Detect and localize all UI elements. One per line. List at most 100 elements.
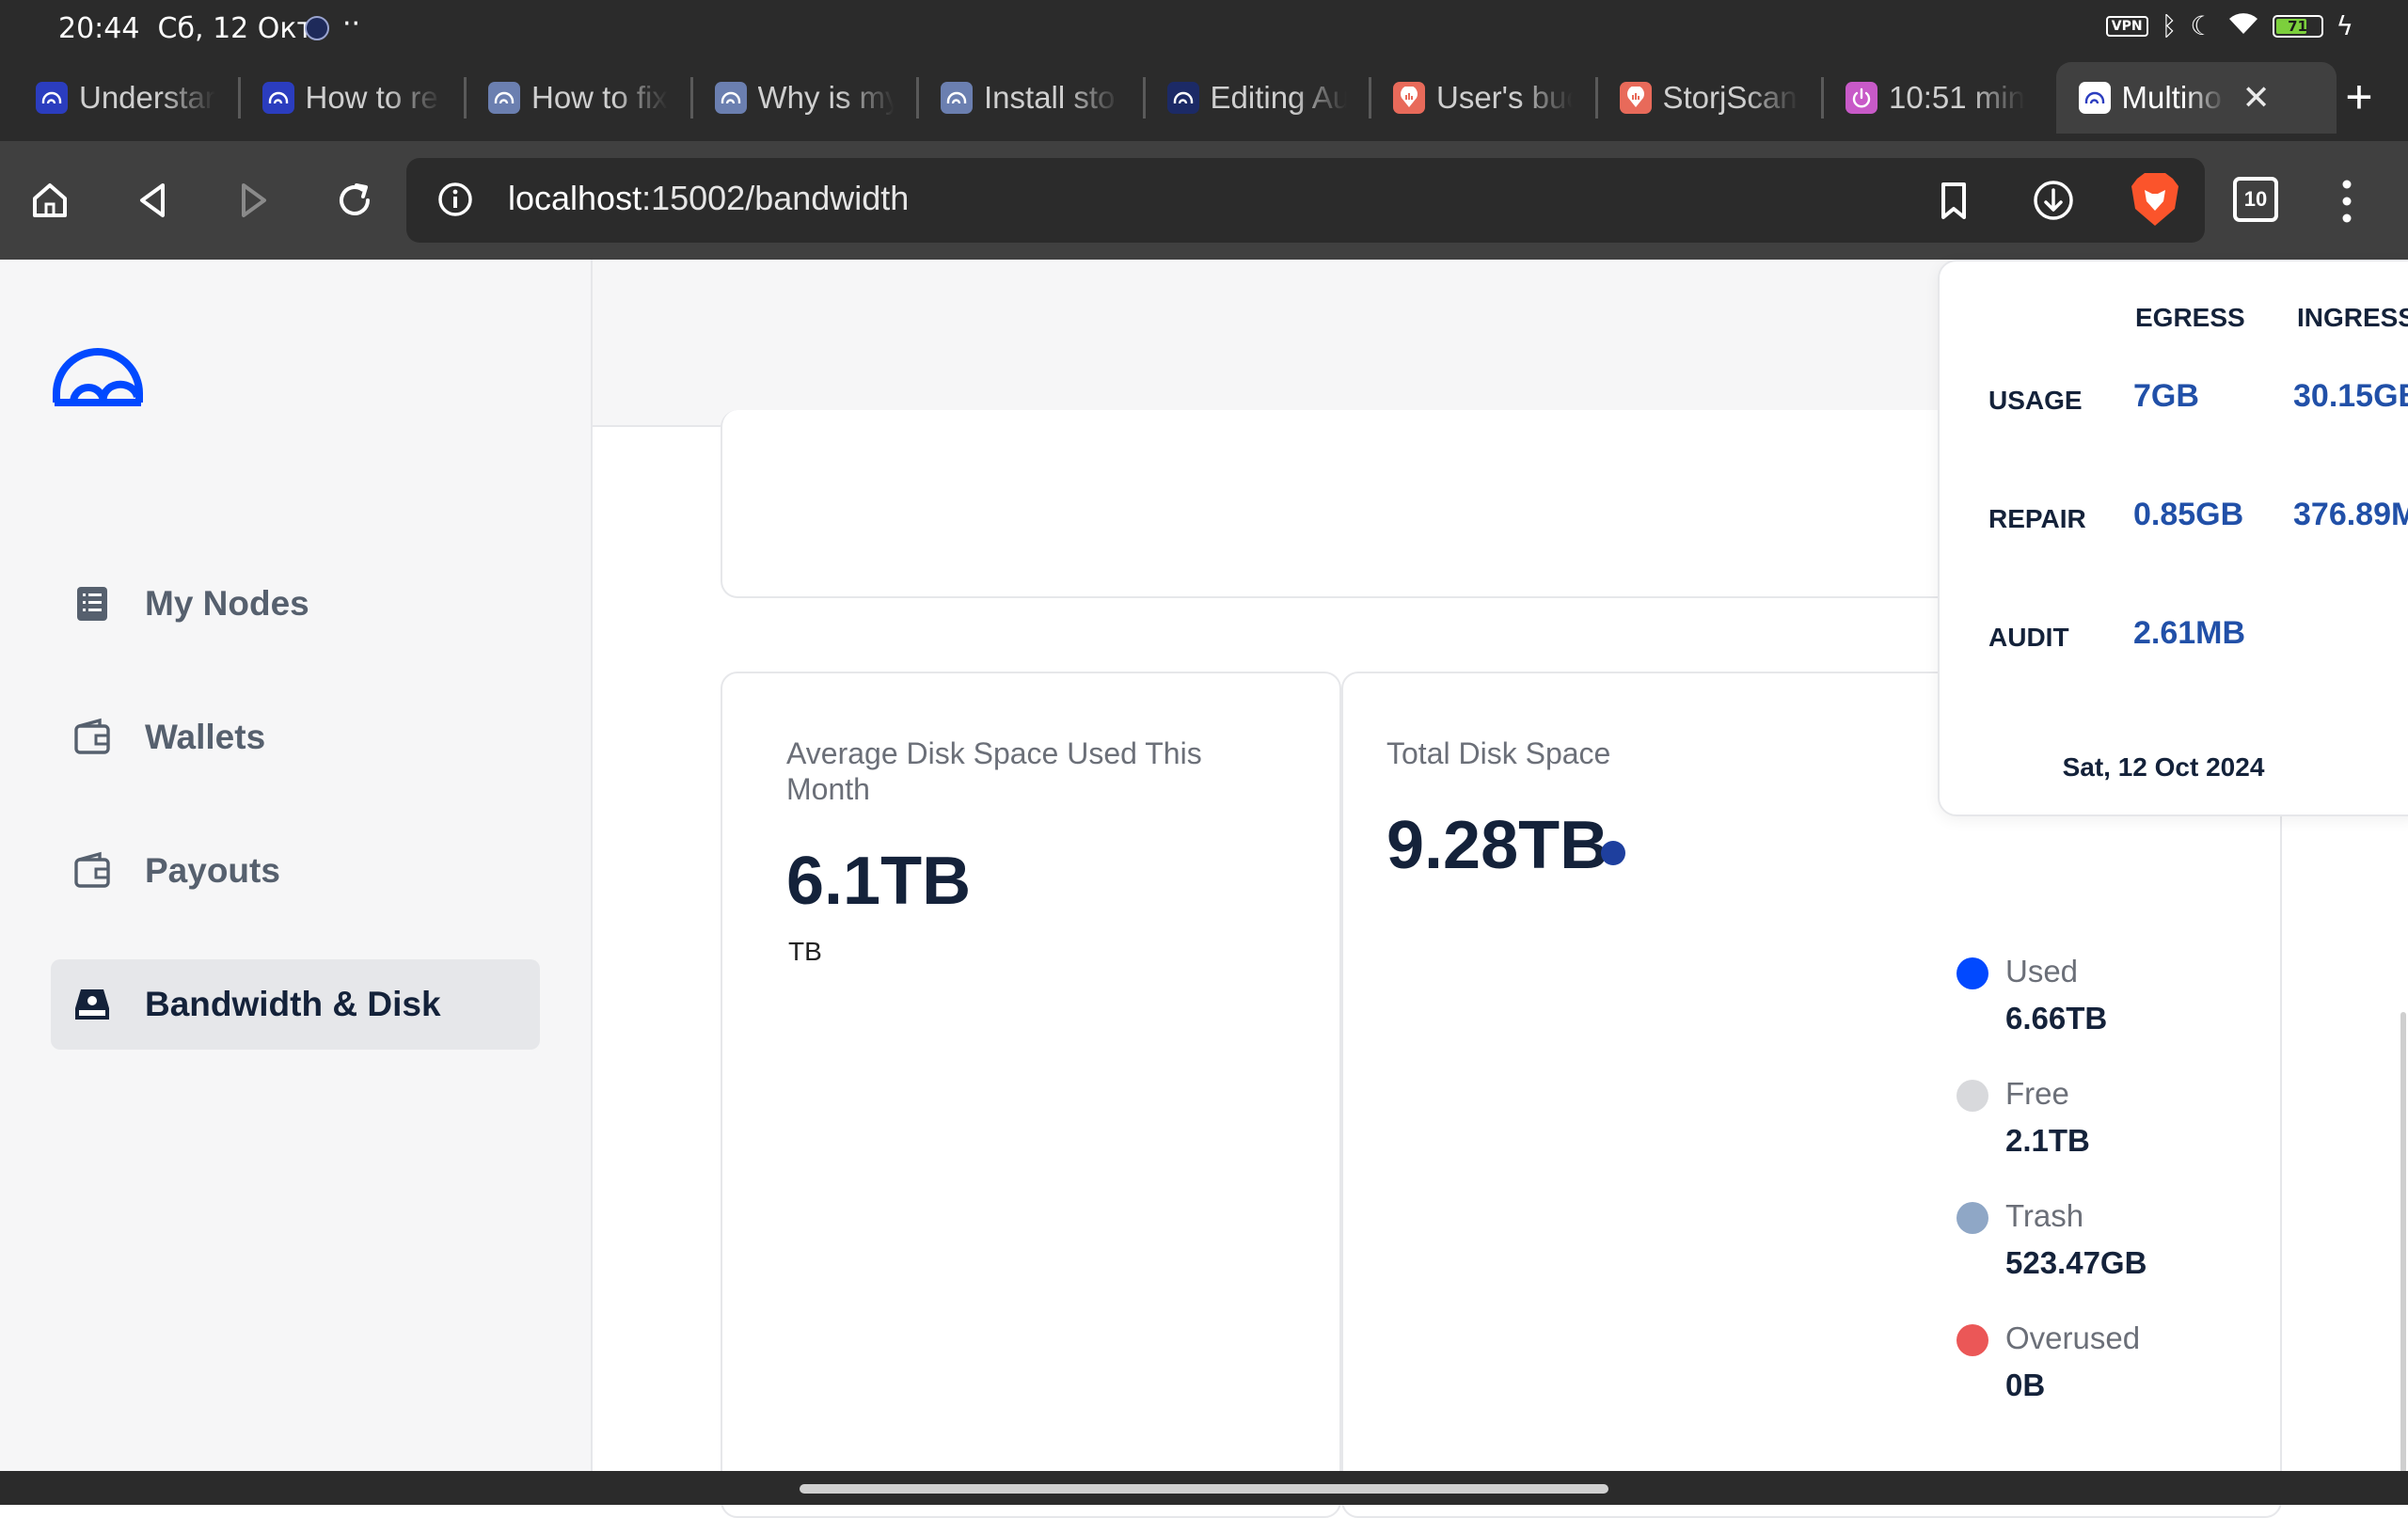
tooltip-row-repair-label: REPAIR: [1988, 504, 2086, 533]
storj-cloud-icon: [1166, 82, 1199, 114]
tab[interactable]: 10:51 min: [1846, 62, 2043, 134]
ingress-column-header: INGRESS: [2297, 303, 2408, 332]
home-icon: [33, 183, 67, 217]
sidebar-item-label: Payouts: [145, 851, 280, 890]
storj-cloud-icon: [941, 82, 973, 114]
forward-button[interactable]: [222, 169, 284, 231]
storj-cloud-icon: [488, 82, 520, 114]
tab[interactable]: How to fix: [488, 62, 686, 134]
bandwidth-tooltip: EGRESS INGRESS Sat, 12 Oct 2024 USAGE 7GB…: [1938, 260, 2408, 816]
browser-toolbar: localhost:15002/bandwidth 10: [0, 141, 2408, 260]
avg-disk-space-unit: TB: [788, 937, 822, 966]
storj-cloud-icon: [36, 82, 68, 114]
site-info-icon[interactable]: [436, 181, 474, 218]
legend-dot: [1956, 1202, 1988, 1234]
legend-dot: [1956, 957, 1988, 989]
battery-icon: 71: [2272, 15, 2323, 38]
legend-label: Overused: [2005, 1320, 2141, 1355]
tab-separator: [689, 77, 693, 119]
charging-bolt-icon: ϟ: [2336, 10, 2353, 41]
power-icon: [1846, 82, 1877, 114]
back-arrow-icon: [140, 183, 165, 217]
chart-pin-icon: [1619, 82, 1652, 114]
sidebar-item-wallets[interactable]: Wallets: [51, 692, 540, 783]
chart-pin-icon: [1393, 82, 1425, 114]
tab-separator: [1142, 77, 1146, 119]
sidebar-item-label: My Nodes: [145, 584, 309, 623]
gesture-handle[interactable]: [800, 1484, 1608, 1494]
more-notifications-indicator: ··: [342, 8, 361, 40]
sidebar-item-payouts[interactable]: Payouts: [51, 826, 540, 916]
tab[interactable]: StorjScan: [1619, 62, 1817, 134]
legend-value: 2.1TB: [2005, 1123, 2090, 1158]
sidebar-item-label: Bandwidth & Disk: [145, 985, 441, 1023]
app-notification-icon: [305, 16, 329, 40]
tab-title: Multino: [2121, 80, 2222, 115]
home-button[interactable]: [19, 169, 81, 231]
download-icon[interactable]: [2030, 177, 2077, 224]
address-bar[interactable]: localhost:15002/bandwidth: [406, 158, 2205, 243]
tab-separator: [237, 77, 241, 119]
chart-data-point[interactable]: [1601, 841, 1625, 865]
tab-active[interactable]: Multino ✕: [2055, 62, 2337, 134]
tooltip-usage-egress: 7GB: [2133, 378, 2199, 414]
tab[interactable]: Understar: [36, 62, 233, 134]
tab-title: Why is my: [757, 80, 895, 115]
close-tab-icon[interactable]: ✕: [2242, 78, 2271, 118]
status-time: 20:44 Сб, 12 Окт: [58, 12, 313, 45]
tooltip-date: Sat, 12 Oct 2024: [2062, 752, 2265, 782]
tooltip-row-audit-label: AUDIT: [1988, 623, 2069, 652]
legend-label: Trash: [2005, 1198, 2084, 1233]
storj-cloud-icon: [261, 82, 294, 114]
tab-switcher-button[interactable]: 10: [2233, 177, 2278, 222]
brave-shields-lion-icon[interactable]: [2128, 169, 2182, 229]
bookmark-icon[interactable]: [1930, 177, 1977, 224]
tooltip-audit-egress: 2.61MB: [2133, 615, 2246, 651]
legend-label: Used: [2005, 954, 2079, 988]
tab-separator: [1821, 77, 1824, 119]
status-bar: 20:44 Сб, 12 Окт ·· VPN ᛒ ☾ 71 ϟ: [0, 0, 2408, 55]
tab[interactable]: Editing Au: [1166, 62, 1365, 134]
wifi-icon: [2227, 11, 2259, 41]
tab[interactable]: How to re: [261, 62, 460, 134]
avg-disk-space-value: 6.1TB: [786, 844, 972, 919]
tab-separator: [464, 77, 467, 119]
wallet-icon: [71, 850, 113, 892]
tab-title: How to fix: [531, 80, 668, 115]
sidebar: My Nodes Wallets Payouts Bandwidth & Disk: [0, 260, 593, 1471]
tooltip-usage-ingress: 30.15GB: [2293, 378, 2408, 414]
tab-title: User's buc: [1436, 80, 1573, 115]
tab[interactable]: Install sto: [941, 62, 1138, 134]
tab-title: Editing Au: [1210, 80, 1347, 115]
tab-title: Understar: [79, 80, 215, 115]
sidebar-item-my-nodes[interactable]: My Nodes: [51, 559, 540, 649]
tab-separator: [1594, 77, 1598, 119]
legend-value: 6.66TB: [2005, 1001, 2108, 1036]
tab-title: Install sto: [984, 80, 1116, 115]
forward-arrow-icon: [242, 183, 266, 217]
page-scrollbar[interactable]: [2400, 1012, 2406, 1473]
legend-value: 0B: [2005, 1368, 2046, 1402]
storj-cloud-icon: [2078, 82, 2111, 114]
tab[interactable]: User's buc: [1393, 62, 1591, 134]
back-button[interactable]: [122, 169, 184, 231]
new-tab-button[interactable]: +: [2329, 68, 2389, 128]
egress-column-header: EGRESS: [2135, 303, 2245, 332]
storj-cloud-icon: [714, 82, 747, 114]
tab[interactable]: Why is my: [714, 62, 912, 134]
url-text[interactable]: localhost:15002/bandwidth: [508, 179, 909, 218]
avg-disk-space-card: Average Disk Space Used This Month 6.1TB…: [721, 672, 1341, 1518]
list-icon: [71, 583, 113, 625]
hard-drive-icon: [71, 984, 113, 1025]
overflow-menu-icon[interactable]: [2333, 173, 2361, 229]
storj-logo-icon[interactable]: [49, 340, 147, 408]
avg-disk-space-label: Average Disk Space Used This Month: [786, 736, 1202, 806]
tab-title: How to re: [305, 80, 438, 115]
tooltip-row-usage-label: USAGE: [1988, 386, 2083, 415]
sidebar-item-bandwidth-disk[interactable]: Bandwidth & Disk: [51, 959, 540, 1050]
reload-button[interactable]: [324, 169, 386, 231]
browser-tab-strip: + Understar How to re How to fix Why is my I…: [0, 55, 2408, 141]
bluetooth-icon: ᛒ: [2161, 10, 2178, 41]
vpn-icon: VPN: [2105, 16, 2148, 37]
legend-value: 523.47GB: [2005, 1245, 2147, 1280]
